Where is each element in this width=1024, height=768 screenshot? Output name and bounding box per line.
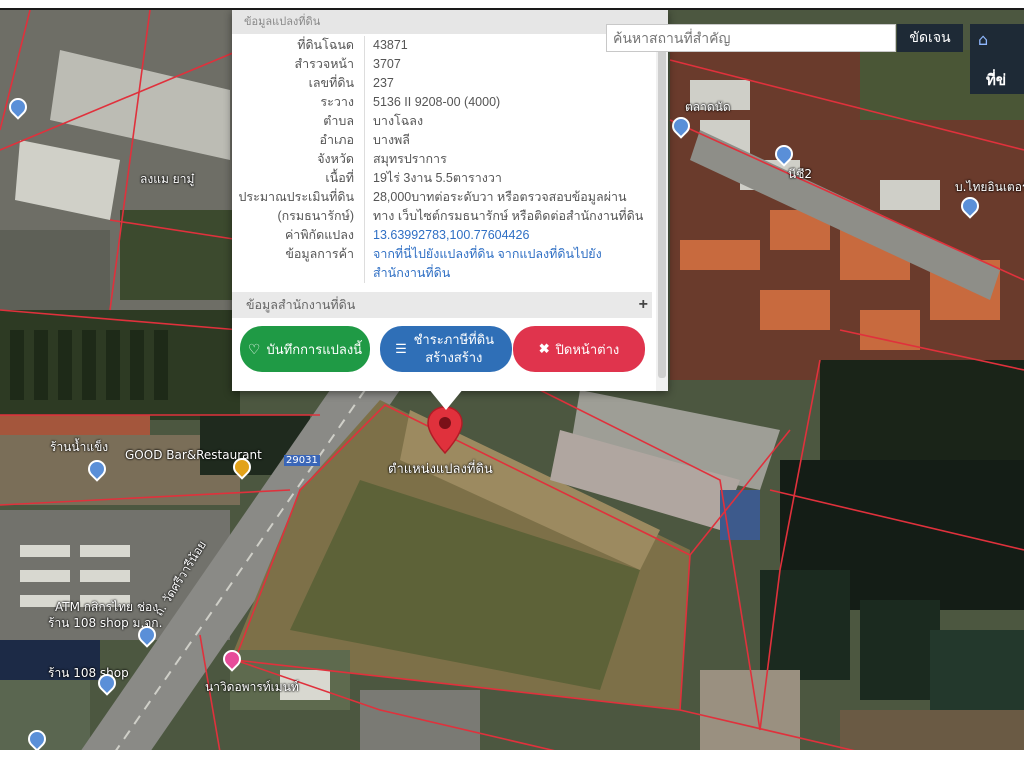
info-label: สำรวจหน้า: [294, 57, 354, 71]
bottom-margin: [0, 750, 1024, 768]
coordinates-link[interactable]: 13.63992783,100.77604426: [373, 226, 668, 245]
info-row-sheet: ระวาง 5136 II 9208-00 (4000): [232, 93, 668, 112]
heart-icon: ♡: [247, 340, 261, 357]
land-office-section-toggle[interactable]: ข้อมูลสำนักงานที่ดิน +: [232, 292, 652, 318]
land-office-link[interactable]: สำนักงานที่ดิน: [373, 264, 668, 283]
parcel-location-label: ตำแหน่งแปลงที่ดิน: [388, 462, 493, 477]
info-label: ค่าพิกัดแปลง: [284, 228, 354, 242]
info-row-province: จังหวัด สมุทรปราการ: [232, 150, 668, 169]
save-parcel-button[interactable]: ♡ บันทึกการแปลงนี้: [240, 326, 370, 372]
info-value: 3707: [373, 57, 401, 71]
map-label-road-number: 29031: [284, 455, 320, 466]
info-row-deed: ที่ดินโฉนด 43871: [232, 36, 668, 55]
corner-panel[interactable]: ⌂ ที่ข่: [970, 24, 1024, 94]
info-label: [232, 264, 364, 283]
map-label-apartment[interactable]: นาวิดอพารท์เมนท์: [205, 678, 299, 697]
directions-link[interactable]: จากที่นี่ไปยังแปลงที่ดิน จากแปลงที่ดินไป…: [373, 245, 668, 264]
info-value: ทาง เว็บไซต์กรมธนารักษ์ หรือติดต่อสำนักง…: [373, 209, 644, 223]
info-row-subdistrict: ตำบล บางโฉลง: [232, 112, 668, 131]
map-label-market[interactable]: ตลาดนัด: [685, 98, 731, 117]
map-label-factory: ลงแม ยามู๋: [140, 172, 195, 186]
list-icon: ☰: [395, 341, 407, 356]
info-row-district: อำเภอ บางพลี: [232, 131, 668, 150]
info-label: จังหวัด: [317, 152, 354, 166]
info-label: เนื้อที่: [325, 171, 354, 185]
map-viewport[interactable]: ลงแม ยามู๋ GOOD Bar&Restaurant ร้านน้ำแข…: [0, 8, 1024, 752]
info-row-appraisal: ประมาณประเมินที่ดิน 28,000บาทต่อระดับวา ห…: [232, 188, 668, 207]
info-row-land-number: เลขที่ดิน 237: [232, 74, 668, 93]
map-label-thai-inter[interactable]: บ.ไทยอินเตอร์: [955, 178, 1024, 197]
close-window-label: ปิดหน้าต่าง: [555, 341, 620, 357]
home-icon[interactable]: ⌂: [978, 30, 988, 49]
info-label: ข้อมูลการค้า: [285, 247, 354, 261]
info-label: ระวาง: [320, 95, 354, 109]
search-button[interactable]: ขัดเจน: [897, 24, 963, 52]
pay-land-tax-button[interactable]: ☰ ชำระภาษีที่ดิน สร้างสร้าง: [380, 326, 512, 372]
info-value: 237: [373, 76, 394, 90]
info-row-coordinates: ค่าพิกัดแปลง 13.63992783,100.77604426: [232, 226, 668, 245]
info-value: บางโฉลง: [373, 114, 424, 128]
close-window-button[interactable]: ✖ ปิดหน้าต่าง: [513, 326, 645, 372]
info-value: สมุทรปราการ: [373, 152, 447, 166]
popup-pointer: [428, 388, 464, 410]
info-label: ที่ดินโฉนด: [297, 38, 354, 52]
section-label: ข้อมูลสำนักงานที่ดิน: [246, 298, 356, 312]
corner-label: ที่ข่: [986, 71, 1007, 89]
info-label: ตำบล: [323, 114, 354, 128]
info-row-treasury: (กรมธนารักษ์) ทาง เว็บไซต์กรมธนารักษ์ หรื…: [232, 207, 668, 226]
map-label-shop-2[interactable]: ร้าน 108 shop: [48, 664, 129, 683]
info-value: 28,000บาทต่อระดับวา หรือตรวจสอบข้อมูลผ่า…: [373, 190, 627, 204]
info-label: เลขที่ดิน: [308, 76, 354, 90]
map-label-ice-shop[interactable]: ร้านน้ำแข็ง: [50, 438, 108, 457]
parcel-location-pin-icon[interactable]: [426, 405, 464, 455]
info-row-directions: ข้อมูลการค้า จากที่นี่ไปยังแปลงที่ดิน จาก…: [232, 245, 668, 264]
scrollbar-thumb[interactable]: [658, 38, 666, 378]
landmark-search-input[interactable]: [606, 24, 896, 52]
info-label: ประมาณประเมินที่ดิน: [238, 190, 354, 204]
info-row-area: เนื้อที่ 19ไร่ 3งาน 5.5ตารางวา: [232, 169, 668, 188]
pay-land-tax-label: ชำระภาษีที่ดิน สร้างสร้าง: [413, 332, 495, 365]
save-parcel-label: บันทึกการแปลงนี้: [266, 341, 363, 357]
map-label-bc2[interactable]: นีซี2: [788, 165, 812, 184]
info-value: 5136 II 9208-00 (4000): [373, 95, 501, 109]
popup-header: ข้อมูลแปลงที่ดิน: [232, 10, 668, 34]
info-value: บางพลี: [373, 133, 410, 147]
parcel-info-popup: ข้อมูลแปลงที่ดิน ที่ดินโฉนด 43871 สำรวจหน…: [232, 10, 668, 391]
info-label: (กรมธนารักษ์): [277, 209, 354, 223]
info-row-directions-cont: สำนักงานที่ดิน: [232, 264, 668, 283]
info-value: 19ไร่ 3งาน 5.5ตารางวา: [373, 171, 502, 185]
info-row-survey: สำรวจหน้า 3707: [232, 55, 668, 74]
info-label: อำเภอ: [319, 133, 354, 147]
close-icon: ✖: [538, 341, 550, 356]
popup-scrollbar[interactable]: [656, 34, 668, 391]
parcel-info-table: ที่ดินโฉนด 43871 สำรวจหน้า 3707 เลขที่ดิน 2…: [232, 34, 668, 283]
expand-icon[interactable]: +: [639, 292, 648, 318]
